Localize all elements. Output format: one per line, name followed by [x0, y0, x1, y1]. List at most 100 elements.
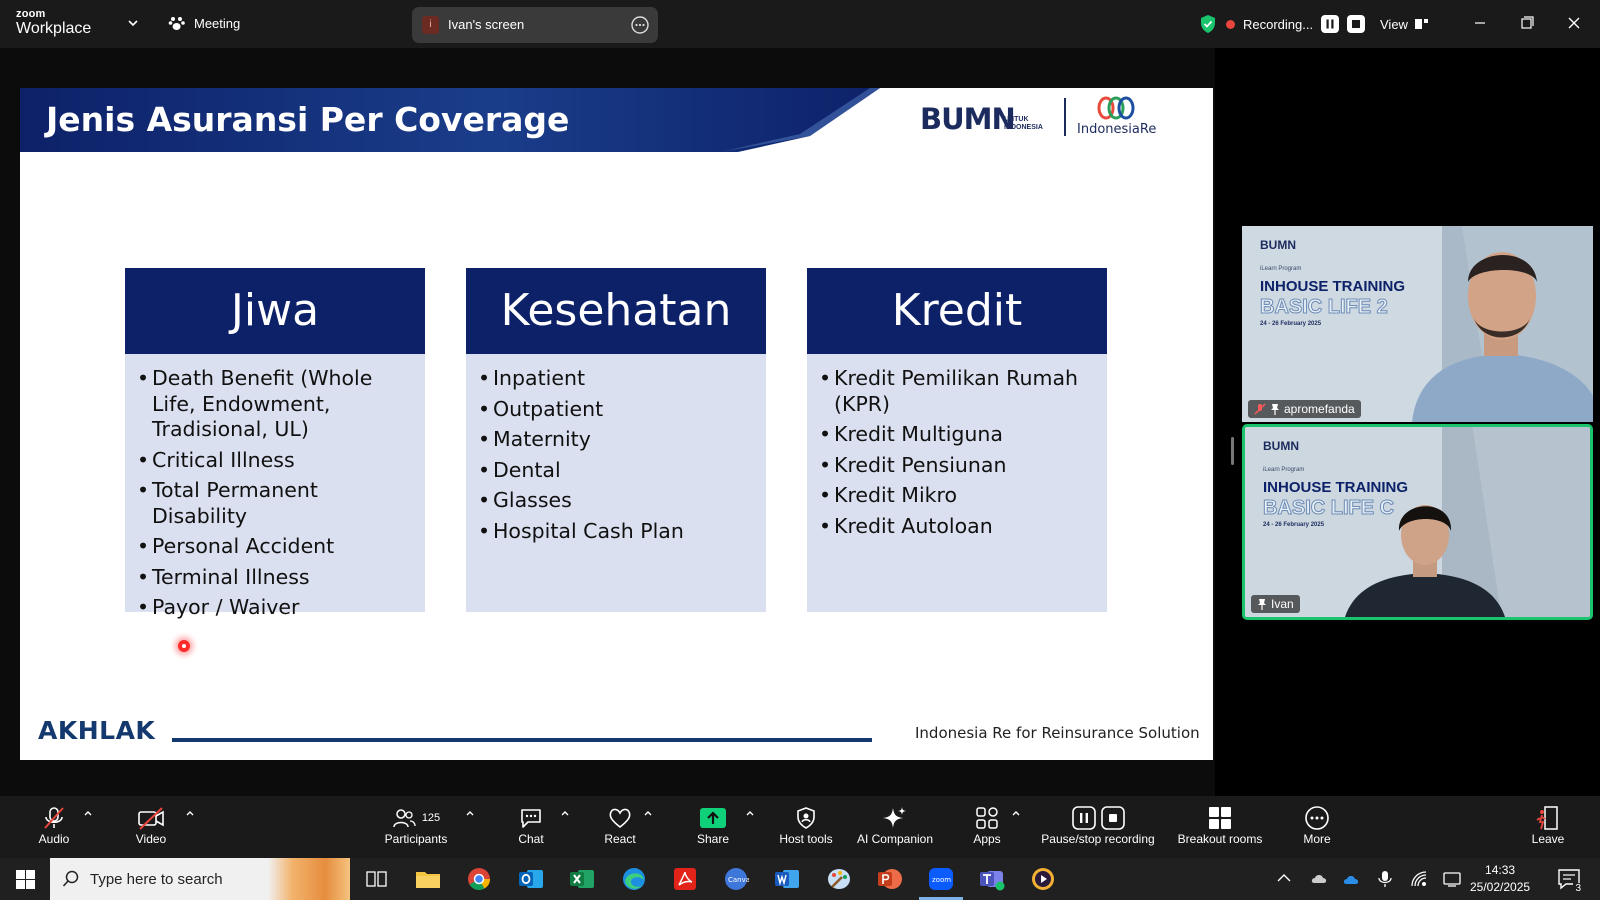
clock-date: 25/02/2025 — [1470, 880, 1531, 894]
chat-button[interactable]: Chat — [515, 804, 547, 850]
paint-icon[interactable] — [826, 867, 852, 891]
react-label: React — [604, 832, 636, 846]
video-options-caret-icon[interactable] — [185, 808, 195, 818]
chevron-down-icon[interactable] — [126, 16, 140, 30]
participant-name-tag: apromefanda — [1248, 400, 1361, 418]
tray-overflow-icon[interactable] — [1275, 870, 1293, 888]
participant-name-tag: Ivan — [1251, 595, 1300, 613]
teams-icon[interactable] — [979, 867, 1005, 891]
participant-video-tile[interactable]: BUMN iLearn Program INHOUSE TRAINING BAS… — [1242, 226, 1593, 422]
ai-companion-button[interactable]: AI Companion — [852, 804, 938, 850]
clock-time: 14:33 — [1485, 863, 1516, 877]
share-button[interactable]: Share — [694, 804, 732, 850]
apps-caret-icon[interactable] — [1011, 808, 1021, 818]
participant-video-feed — [1412, 252, 1593, 422]
windows-start-icon[interactable] — [16, 870, 35, 889]
active-speaker-video-tile[interactable]: BUMN iLearn Program INHOUSE TRAINING BAS… — [1242, 424, 1593, 620]
list-item: Kredit Autoloan — [819, 514, 1095, 540]
shield-icon — [797, 807, 815, 829]
taskbar-search-box[interactable]: Type here to search — [50, 858, 350, 900]
coverage-column-kredit: Kredit Kredit Pemilikan Rumah (KPR) Kred… — [807, 268, 1107, 612]
pause-recording-button[interactable] — [1321, 15, 1340, 33]
onedrive-icon[interactable] — [1343, 870, 1361, 888]
list-item: Total Permanent Disability — [137, 478, 413, 529]
pause-icon — [1071, 806, 1096, 830]
windows-taskbar: Type here to search Canva zoom 14:33 25/… — [0, 858, 1600, 900]
acrobat-icon[interactable] — [672, 867, 698, 891]
breakout-rooms-button[interactable]: Breakout rooms — [1174, 804, 1266, 850]
chat-caret-icon[interactable] — [560, 808, 570, 818]
chrome-icon[interactable] — [466, 867, 492, 891]
canva-icon[interactable]: Canva — [723, 867, 749, 891]
view-layout-icon — [1414, 19, 1428, 29]
list-item: Payor / Waiver — [137, 595, 413, 621]
audio-options-caret-icon[interactable] — [83, 808, 93, 818]
task-view-icon[interactable] — [363, 867, 389, 891]
column-heading: Kredit — [807, 268, 1107, 354]
more-options-icon[interactable] — [630, 15, 650, 35]
pause-stop-recording-button[interactable]: Pause/stop recording — [1036, 804, 1160, 850]
taskbar-clock[interactable]: 14:33 25/02/2025 — [1470, 862, 1530, 896]
bg-date: 24 - 26 February 2025 — [1263, 522, 1325, 528]
weather-icon[interactable] — [1310, 870, 1328, 888]
restore-icon[interactable] — [1515, 12, 1539, 34]
host-tools-button[interactable]: Host tools — [776, 804, 836, 850]
network-icon[interactable] — [1410, 870, 1428, 888]
apps-label: Apps — [973, 832, 1001, 846]
brand-large: Workplace — [16, 20, 92, 37]
react-caret-icon[interactable] — [643, 808, 653, 818]
participants-label: Participants — [384, 832, 448, 846]
pin-icon — [1258, 599, 1266, 610]
video-off-icon — [138, 807, 164, 830]
leave-button[interactable]: Leave — [1530, 804, 1566, 850]
participants-icon — [393, 809, 416, 828]
coverage-list: Death Benefit (Whole Life, Endowment, Tr… — [125, 354, 425, 621]
share-caret-icon[interactable] — [745, 808, 755, 818]
react-button[interactable]: React — [601, 804, 639, 850]
zoom-workplace-logo[interactable]: zoom Workplace — [16, 9, 91, 37]
participant-name: apromefanda — [1284, 402, 1355, 416]
recording-status: Recording... — [1198, 12, 1366, 36]
participants-button[interactable]: 125 Participants — [380, 804, 452, 850]
chat-label: Chat — [518, 832, 544, 846]
view-button[interactable]: View — [1380, 12, 1430, 36]
column-heading: Jiwa — [125, 268, 425, 354]
search-icon — [62, 870, 79, 887]
meeting-info-button[interactable]: Meeting — [168, 15, 240, 31]
muted-mic-icon — [1254, 403, 1266, 415]
recording-label: Recording... — [1243, 16, 1314, 32]
breakout-rooms-icon — [1209, 807, 1231, 829]
video-button[interactable]: Video — [134, 804, 168, 850]
media-player-icon[interactable] — [1030, 867, 1056, 891]
panel-resize-handle[interactable] — [1231, 437, 1234, 465]
zoom-app-icon[interactable]: zoom — [928, 867, 954, 891]
audio-button[interactable]: Audio — [36, 804, 72, 850]
apps-button[interactable]: Apps — [970, 804, 1004, 850]
coverage-list: Inpatient Outpatient Maternity Dental Gl… — [466, 354, 766, 544]
microphone-icon[interactable] — [1376, 870, 1394, 888]
svg-text:Canva: Canva — [728, 876, 749, 884]
list-item: Hospital Cash Plan — [478, 519, 754, 545]
close-icon[interactable] — [1562, 12, 1586, 34]
svg-text:zoom: zoom — [932, 876, 951, 884]
list-item: Glasses — [478, 488, 754, 514]
share-screen-icon — [700, 808, 726, 828]
screen-share-indicator[interactable]: i Ivan's screen — [412, 7, 658, 43]
security-shield-icon[interactable] — [1198, 14, 1218, 34]
list-item: Kredit Pemilikan Rumah (KPR) — [819, 366, 1095, 417]
more-label: More — [1303, 832, 1331, 846]
word-icon[interactable] — [774, 867, 800, 891]
file-explorer-icon[interactable] — [415, 867, 441, 891]
leave-door-icon — [1536, 806, 1558, 830]
stop-recording-button[interactable] — [1347, 15, 1366, 33]
powerpoint-icon[interactable] — [877, 867, 903, 891]
excel-icon[interactable] — [569, 867, 595, 891]
participants-caret-icon[interactable] — [465, 808, 475, 818]
bumn-logo: BUMN — [920, 102, 1016, 136]
outlook-icon[interactable] — [518, 867, 544, 891]
display-icon[interactable] — [1443, 870, 1461, 888]
notifications-button[interactable]: 3 — [1557, 868, 1583, 894]
minimize-icon[interactable] — [1468, 12, 1492, 34]
more-button[interactable]: More — [1300, 804, 1334, 850]
edge-icon[interactable] — [621, 867, 647, 891]
